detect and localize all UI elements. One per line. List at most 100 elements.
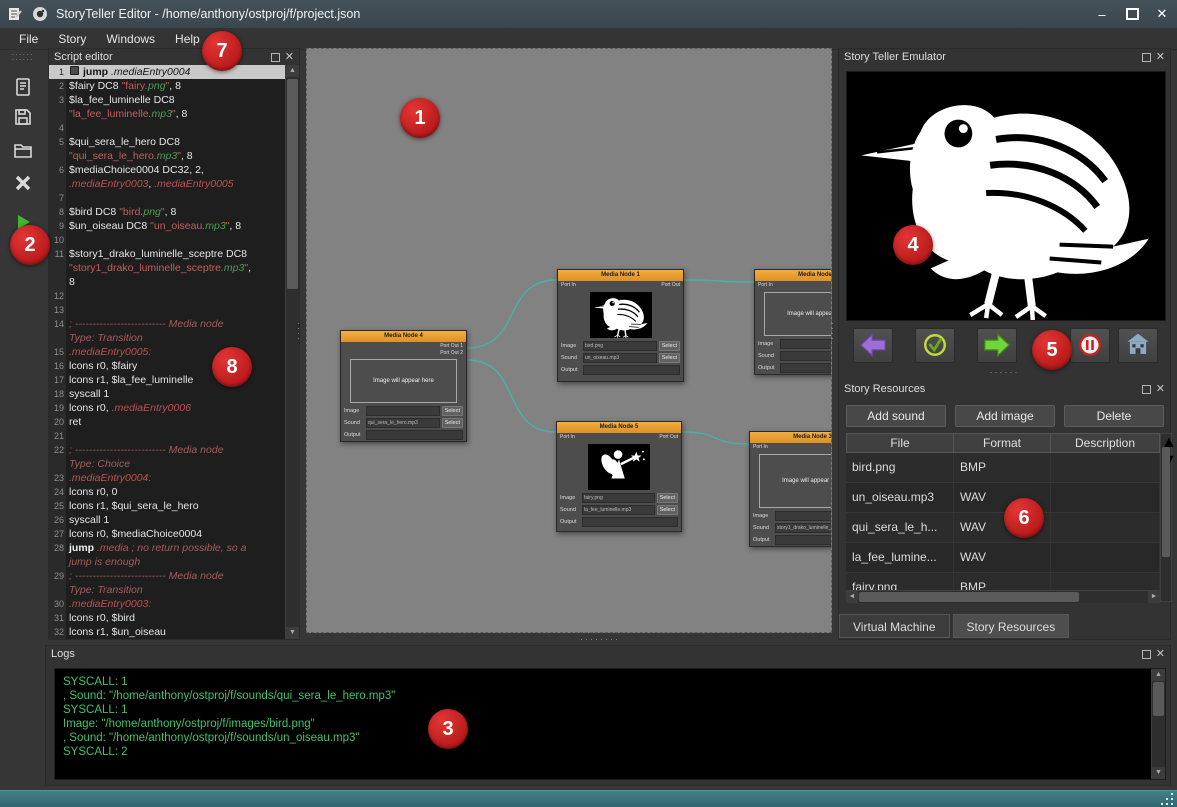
add-image-button[interactable]: Add image <box>955 405 1055 427</box>
splitter-handle-left[interactable]: ···· <box>294 322 304 342</box>
code-line[interactable]: 28jump .media ; no return possible, so a <box>49 541 286 555</box>
node-field[interactable] <box>775 535 832 545</box>
column-header-file[interactable]: File <box>846 433 954 453</box>
scrollbar-thumb[interactable] <box>287 79 298 289</box>
node-field[interactable] <box>366 406 440 416</box>
splitter-handle-right[interactable]: ···· <box>828 322 838 342</box>
code-line[interactable]: 30.mediaEntry0003: <box>49 597 286 611</box>
code-line[interactable]: 26syscall 1 <box>49 513 286 527</box>
code-line[interactable]: 1jump .mediaEntry0004 <box>49 65 286 79</box>
node-field[interactable]: la_fee_luminelle.mp3 <box>582 505 655 515</box>
code-line[interactable]: 14; -------------------------- Media nod… <box>49 317 286 331</box>
column-header-format[interactable]: Format <box>954 433 1051 453</box>
select-button[interactable]: Select <box>659 341 680 351</box>
table-row[interactable]: fairy.pngBMP <box>846 573 1160 590</box>
scroll-right-icon[interactable]: ► <box>1148 591 1160 603</box>
code-line[interactable]: 31lcons r0, $bird <box>49 611 286 625</box>
code-line[interactable]: 13 <box>49 303 286 317</box>
close-panel-icon[interactable]: ✕ <box>285 52 294 62</box>
close-panel-icon[interactable]: ✕ <box>1156 649 1165 659</box>
code-line[interactable]: 25lcons r1, $qui_sera_le_hero <box>49 499 286 513</box>
port-in[interactable]: Port In <box>758 282 773 289</box>
code-line[interactable]: .mediaEntry0003, .mediaEntry0005 <box>49 177 286 191</box>
node-field[interactable] <box>583 365 680 375</box>
code-line[interactable]: 23.mediaEntry0004: <box>49 471 286 485</box>
float-panel-icon[interactable] <box>1142 650 1151 659</box>
code-line[interactable]: 12 <box>49 289 286 303</box>
code-line[interactable]: 22; -------------------------- Media nod… <box>49 443 286 457</box>
code-line[interactable]: 29; -------------------------- Media nod… <box>49 569 286 583</box>
code-line[interactable]: 17lcons r1, $la_fee_luminelle <box>49 373 286 387</box>
media-node-3[interactable]: Media Node 3Port InImage will appear her… <box>749 431 832 547</box>
splitter-handle-emulator[interactable]: ······ <box>839 367 1170 377</box>
code-line[interactable]: 6$mediaChoice0004 DC32, 2, <box>49 163 286 177</box>
close-button[interactable]: ✕ <box>1147 0 1177 28</box>
code-line[interactable]: Type: Choice <box>49 457 286 471</box>
code-line[interactable]: 11$story1_drako_luminelle_sceptre DC8 <box>49 247 286 261</box>
tab-story-resources[interactable]: Story Resources <box>953 614 1070 638</box>
port-out[interactable]: Port Out <box>661 282 680 288</box>
close-project-button[interactable] <box>5 168 41 198</box>
code-line[interactable]: 27lcons r0, $mediaChoice0004 <box>49 527 286 541</box>
node-field[interactable] <box>582 517 678 527</box>
node-field[interactable]: fairy.png <box>582 493 655 503</box>
select-button[interactable]: Select <box>657 505 678 515</box>
port-in[interactable]: Port In <box>753 444 768 451</box>
log-content[interactable]: ▲ ▼ SYSCALL: 1, Sound: "/home/anthony/os… <box>54 668 1166 780</box>
code-line[interactable]: Type: Transition <box>49 583 286 597</box>
code-line[interactable]: 2$fairy DC8 "fairy.png", 8 <box>49 79 286 93</box>
node-field[interactable] <box>780 351 832 361</box>
node-field[interactable]: qui_sera_le_hero.mp3 <box>366 418 440 428</box>
node-field[interactable] <box>366 430 463 440</box>
media-node-1[interactable]: Media Node 1Port InPort OutImagebird.png… <box>557 269 684 382</box>
close-panel-icon[interactable]: ✕ <box>1156 384 1165 394</box>
splitter-handle-bottom[interactable]: ········ <box>580 634 620 644</box>
code-line[interactable]: 4 <box>49 121 286 135</box>
code-line[interactable]: 8 <box>49 275 286 289</box>
select-button[interactable]: Select <box>442 406 463 416</box>
scrollbar-thumb[interactable] <box>1162 447 1170 557</box>
tab-virtual-machine[interactable]: Virtual Machine <box>839 614 950 638</box>
node-field[interactable] <box>775 511 832 521</box>
scroll-left-icon[interactable]: ◄ <box>846 591 858 603</box>
next-button[interactable] <box>977 328 1017 363</box>
select-button[interactable]: Select <box>657 493 678 503</box>
code-line[interactable]: "story1_drako_luminelle_sceptre.mp3", <box>49 261 286 275</box>
port-out[interactable]: Port Out 2 <box>440 350 463 356</box>
code-line[interactable]: "la_fee_luminelle.mp3", 8 <box>49 107 286 121</box>
home-button[interactable] <box>1118 328 1158 363</box>
code-line[interactable]: Type: Transition <box>49 331 286 345</box>
table-row[interactable]: un_oiseau.mp3WAV <box>846 483 1160 513</box>
node-field[interactable] <box>780 363 832 373</box>
node-canvas[interactable]: Media Node 4Port Out 1Port Out 2Image wi… <box>306 48 832 633</box>
port-out[interactable]: Port Out <box>659 434 678 440</box>
port-in[interactable]: Port In <box>560 434 575 441</box>
scrollbar-thumb[interactable] <box>1153 682 1164 716</box>
scroll-up-icon[interactable]: ▲ <box>1152 669 1165 681</box>
node-field[interactable] <box>780 339 832 349</box>
pause-button[interactable] <box>1070 328 1110 363</box>
select-button[interactable]: Select <box>442 418 463 428</box>
save-button[interactable] <box>5 102 41 132</box>
new-script-button[interactable] <box>5 72 41 102</box>
code-line[interactable]: 7 <box>49 191 286 205</box>
code-line[interactable]: 8$bird DC8 "bird.png", 8 <box>49 205 286 219</box>
validate-button[interactable] <box>915 328 955 363</box>
code-line[interactable]: 5$qui_sera_le_hero DC8 <box>49 135 286 149</box>
maximize-button[interactable] <box>1117 0 1147 28</box>
toolbar-grip[interactable]: ············ <box>12 52 34 62</box>
scroll-down-icon[interactable]: ▼ <box>286 627 299 639</box>
code-line[interactable]: 21 <box>49 429 286 443</box>
scroll-up-icon[interactable]: ▲ <box>286 65 299 77</box>
node-field[interactable]: story1_drako_luminelle_sceptre <box>775 523 832 533</box>
resize-grip[interactable] <box>1161 793 1173 805</box>
select-button[interactable]: Select <box>659 353 680 363</box>
code-line[interactable]: 15.mediaEntry0005: <box>49 345 286 359</box>
port-in[interactable]: Port In <box>561 282 576 289</box>
code-area[interactable]: 1jump .mediaEntry00042$fairy DC8 "fairy.… <box>49 65 286 639</box>
media-node-2[interactable]: Media Node 2Port InImage will appear her… <box>754 269 832 375</box>
node-field[interactable]: bird.png <box>583 341 657 351</box>
code-line[interactable]: 19lcons r0, .mediaEntry0006 <box>49 401 286 415</box>
code-line[interactable]: 18syscall 1 <box>49 387 286 401</box>
table-vertical-scrollbar[interactable]: ▲ ▼ <box>1160 433 1172 602</box>
